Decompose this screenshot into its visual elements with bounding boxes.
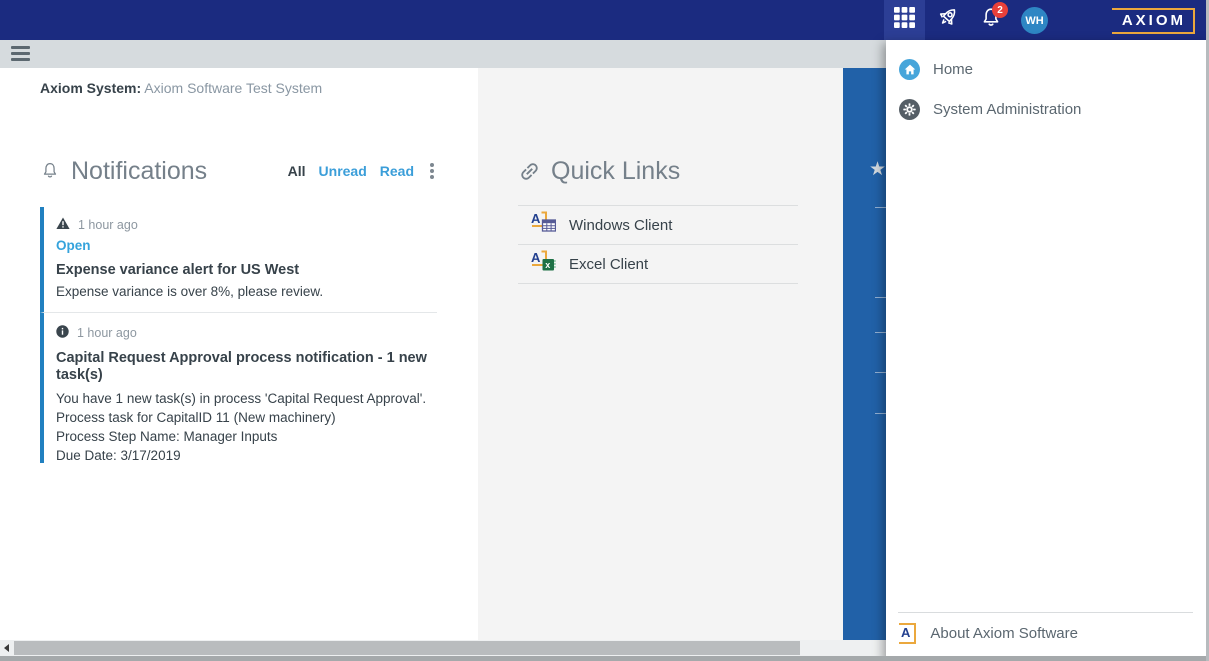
svg-text:A: A xyxy=(531,250,541,265)
windows-client-icon: A xyxy=(529,210,557,240)
menu-item-about-axiom[interactable]: A About Axiom Software xyxy=(899,623,1078,644)
apps-menu-button[interactable] xyxy=(884,0,925,40)
menu-item-system-administration[interactable]: System Administration xyxy=(886,89,1209,129)
warning-icon xyxy=(56,217,70,233)
svg-text:x: x xyxy=(545,260,550,270)
scroll-left-button[interactable] xyxy=(0,640,13,656)
notification-body-line: Process task for CapitalID 11 (New machi… xyxy=(56,410,336,425)
notification-list: 1 hour ago Open Expense variance alert f… xyxy=(40,207,437,463)
notification-body-line: Due Date: 3/17/2019 xyxy=(56,448,181,463)
apps-grid-icon xyxy=(894,7,915,33)
quick-link-label: Excel Client xyxy=(569,255,649,273)
quick-link-windows-client[interactable]: A Windows Client xyxy=(518,206,798,245)
quick-links-section: Quick Links A Windows Client A x Excel C… xyxy=(518,152,798,284)
home-icon xyxy=(899,58,920,80)
star-icon: ★ xyxy=(869,159,887,180)
svg-text:A: A xyxy=(531,211,541,226)
menu-item-home[interactable]: Home xyxy=(886,49,1209,89)
axiom-a-icon: A xyxy=(899,623,917,644)
apps-dropdown-menu: Home System Administration A About Axiom… xyxy=(886,40,1209,661)
rocket-icon xyxy=(935,5,962,35)
top-navigation-bar: 2 WH AXIOM xyxy=(0,0,1209,40)
notification-body-line: Process Step Name: Manager Inputs xyxy=(56,429,278,444)
menu-footer-divider xyxy=(898,612,1193,613)
about-label: About Axiom Software xyxy=(930,625,1078,642)
filter-read[interactable]: Read xyxy=(380,163,414,179)
whats-new-button[interactable] xyxy=(930,0,966,40)
notification-time: 1 hour ago xyxy=(77,326,137,340)
notification-body-line: You have 1 new task(s) in process 'Capit… xyxy=(56,391,427,406)
quick-link-label: Windows Client xyxy=(569,216,673,234)
system-identifier: Axiom System: Axiom Software Test System xyxy=(40,80,322,96)
info-icon xyxy=(56,325,69,341)
notification-time: 1 hour ago xyxy=(78,218,138,232)
window-bottom-edge xyxy=(0,656,1209,661)
bell-outline-icon xyxy=(40,160,60,182)
notifications-button[interactable]: 2 xyxy=(972,0,1010,40)
menu-footer: A About Axiom Software xyxy=(886,612,1209,661)
system-label: Axiom System: xyxy=(40,80,142,96)
menu-item-label: Home xyxy=(933,60,974,78)
notification-title: Expense variance alert for US West xyxy=(56,262,300,278)
app-window: ★ 2 WH AXIOM Axiom System: Axiom Softwar… xyxy=(0,0,1209,661)
user-avatar[interactable]: WH xyxy=(1021,7,1048,34)
gear-icon xyxy=(899,98,920,120)
axiom-logo: AXIOM xyxy=(1111,8,1195,34)
notification-body: Expense variance is over 8%, please revi… xyxy=(56,284,324,299)
notification-count-badge: 2 xyxy=(992,2,1008,18)
notifications-title: Notifications xyxy=(71,156,208,185)
notification-title: Capital Request Approval process notific… xyxy=(56,350,427,383)
notification-item[interactable]: 1 hour ago Capital Request Approval proc… xyxy=(40,313,437,463)
quick-links-title: Quick Links xyxy=(551,156,681,185)
kebab-menu-icon[interactable] xyxy=(427,161,437,181)
excel-client-icon: A x xyxy=(529,249,556,279)
scrollbar-thumb[interactable] xyxy=(14,641,800,655)
open-link[interactable]: Open xyxy=(56,238,91,253)
filter-unread[interactable]: Unread xyxy=(319,163,367,179)
filter-all[interactable]: All xyxy=(288,163,306,179)
quick-link-excel-client[interactable]: A x Excel Client xyxy=(518,245,798,284)
notification-item[interactable]: 1 hour ago Open Expense variance alert f… xyxy=(40,207,437,313)
link-icon xyxy=(518,160,541,183)
system-value: Axiom Software Test System xyxy=(144,80,323,96)
menu-item-label: System Administration xyxy=(933,100,1082,118)
hamburger-menu-icon[interactable] xyxy=(11,46,30,61)
notifications-section: Notifications All Unread Read 1 hour ago… xyxy=(40,152,437,463)
